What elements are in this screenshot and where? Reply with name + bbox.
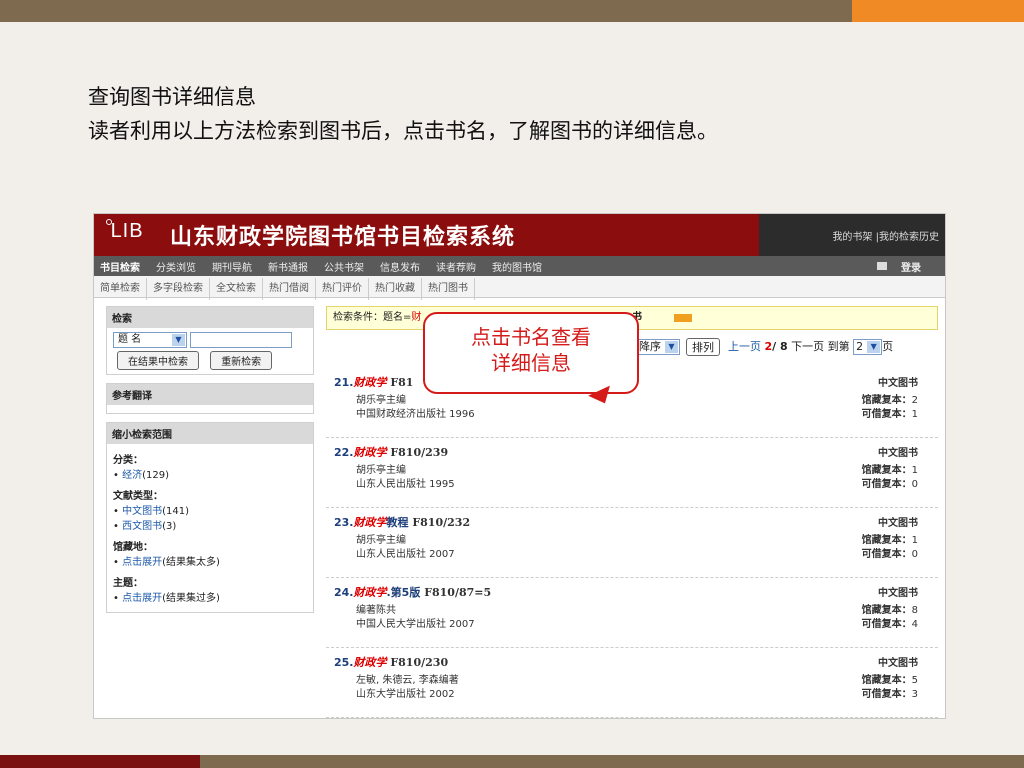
result-row: 23.财政学教程 F810/232 胡乐亭主编 山东人民出版社 2007 中文图… [326,508,938,578]
result-type: 中文图书 [878,658,918,669]
search-panel: 检索 题 名 ▼ 在结果中检索 重新检索 [106,306,314,375]
result-holdings: 馆藏复本：2 [861,395,918,406]
search-input[interactable] [190,332,293,348]
result-title-link[interactable]: 24.财政学.第5版 F810/87=5 [334,584,491,600]
page-select[interactable]: 2 ▼ [853,339,883,355]
facet-subject-title: 主题： [113,578,143,589]
research-button[interactable]: 重新检索 [210,351,273,370]
slide-title: 查询图书详细信息 [88,85,256,109]
page-unit: 页 [882,340,894,353]
result-row: 25.财政学 F810/230 左敏, 朱德云, 李森编著 山东大学出版社 20… [326,648,938,718]
prev-page-link[interactable]: 上一页 [728,340,761,353]
search-panel-header: 检索 [107,307,313,328]
facet-class-title: 分类： [113,455,143,466]
result-publisher: 中国人民大学出版社 2007 [356,619,475,630]
tab-hot-rating[interactable]: 热门评价 [316,278,369,300]
result-available: 可借复本：3 [861,689,918,700]
result-publisher: 山东人民出版社 1995 [356,479,455,490]
facet-type-item[interactable]: • 西文图书(3) [113,517,307,532]
result-available: 可借复本：0 [861,549,918,560]
result-author: 编著陈共 [356,605,396,616]
result-holdings: 馆藏复本：5 [861,675,918,686]
narrow-header: 缩小检索范围 [107,423,313,444]
current-page: 2 [764,340,773,353]
facet-location-title: 馆藏地： [113,542,153,553]
slide-bottom-bar [200,755,1024,768]
user-card-icon [877,262,887,270]
facet-type-item[interactable]: • 中文图书(141) [113,502,307,517]
result-type: 中文图书 [878,378,918,389]
search-in-results-button[interactable]: 在结果中检索 [117,351,199,370]
callout-line-2: 详细信息 [491,351,571,375]
result-available: 可借复本：4 [861,619,918,630]
site-title: 山东财政学院图书馆书目检索系统 [170,224,516,250]
banner-links-area: 我的书架 |我的检索历史 [759,214,945,256]
reference-panel: 参考翻译 [106,383,314,414]
facet-subject-expand[interactable]: • 点击展开(结果集过多) [113,589,307,604]
chevron-down-icon: ▼ [867,341,881,353]
result-row: 22.财政学 F810/239 胡乐亭主编 山东人民出版社 1995 中文图书 … [326,438,938,508]
tab-simple-search[interactable]: 简单检索 [94,278,147,300]
result-title-link[interactable]: 25.财政学 F810/230 [334,654,448,670]
goto-label: 到第 [827,340,850,353]
callout-line-1: 点击书名查看 [471,325,591,349]
result-type: 中文图书 [878,518,918,529]
result-holdings: 馆藏复本：8 [861,605,918,616]
result-author: 胡乐亭主编 [356,535,406,546]
tab-hot-borrow[interactable]: 热门借阅 [263,278,316,300]
result-title-link[interactable]: 21.财政学 F81 [334,374,413,390]
chevron-down-icon: ▼ [172,334,185,346]
callout-box: 点击书名查看 详细信息 [423,312,639,394]
sidebar: 检索 题 名 ▼ 在结果中检索 重新检索 参考翻译 缩小检索范围 分类： • 经济… [106,306,314,621]
opac-screenshot: LIB 山东财政学院图书馆书目检索系统 我的书架 |我的检索历史 书目检索 分类浏… [93,213,946,719]
facet-location-expand[interactable]: • 点击展开(结果集太多) [113,553,307,568]
slide-top-bar [0,0,852,22]
next-page-link[interactable]: 下一页 [791,340,824,353]
field-select[interactable]: 题 名 ▼ [113,332,187,348]
top-links[interactable]: 我的书架 |我的检索历史 [832,228,939,243]
result-list: 21.财政学 F81 胡乐亭主编 中国财政经济出版社 1996 中文图书 馆藏复… [326,368,938,718]
result-author: 左敏, 朱德云, 李森编著 [356,675,459,686]
slide-subtitle: 读者利用以上方法检索到图书后，点击书名，了解图书的详细信息。 [88,119,718,143]
search-tabs: 简单检索 多字段检索 全文检索 热门借阅 热门评价 热门收藏 热门图书 [94,276,945,300]
reference-header: 参考翻译 [107,384,313,405]
rss-icon[interactable] [674,314,692,322]
result-title-link[interactable]: 23.财政学教程 F810/232 [334,514,470,530]
result-publisher: 山东大学出版社 2002 [356,689,455,700]
result-available: 可借复本：1 [861,409,918,420]
pager: 降序 ▼ 排列 上一页 2/ 8 下一页 到第 2 ▼ 页 [636,338,938,356]
sort-button[interactable]: 排列 [686,338,720,356]
tab-hot-books[interactable]: 热门图书 [422,278,475,300]
result-type: 中文图书 [878,588,918,599]
result-publisher: 山东人民出版社 2007 [356,549,455,560]
facet-class-item[interactable]: • 经济(129) [113,466,307,481]
slide-top-accent [852,0,1024,22]
tab-fulltext[interactable]: 全文检索 [210,278,263,300]
tab-multi-field[interactable]: 多字段检索 [147,278,210,300]
main-nav: 书目检索 分类浏览 期刊导航 新书通报 公共书架 信息发布 读者荐购 我的图书馆 登录 [94,256,945,276]
narrow-panel: 缩小检索范围 分类： • 经济(129) 文献类型： • 中文图书(141) •… [106,422,314,613]
result-holdings: 馆藏复本：1 [861,535,918,546]
tab-hot-collect[interactable]: 热门收藏 [369,278,422,300]
result-available: 可借复本：0 [861,479,918,490]
result-author: 胡乐亭主编 [356,395,406,406]
result-publisher: 中国财政经济出版社 1996 [356,409,475,420]
result-holdings: 馆藏复本：1 [861,465,918,476]
total-pages: / 8 [772,340,788,353]
result-title-link[interactable]: 22.财政学 F810/239 [334,444,448,460]
slide-bottom-accent [0,755,200,768]
chevron-down-icon: ▼ [665,341,678,353]
result-row: 24.财政学.第5版 F810/87=5 编著陈共 中国人民大学出版社 2007… [326,578,938,648]
facet-type-title: 文献类型： [113,491,163,502]
logo[interactable]: LIB [104,220,144,243]
order-select[interactable]: 降序 ▼ [636,339,680,355]
result-type: 中文图书 [878,448,918,459]
result-author: 胡乐亭主编 [356,465,406,476]
